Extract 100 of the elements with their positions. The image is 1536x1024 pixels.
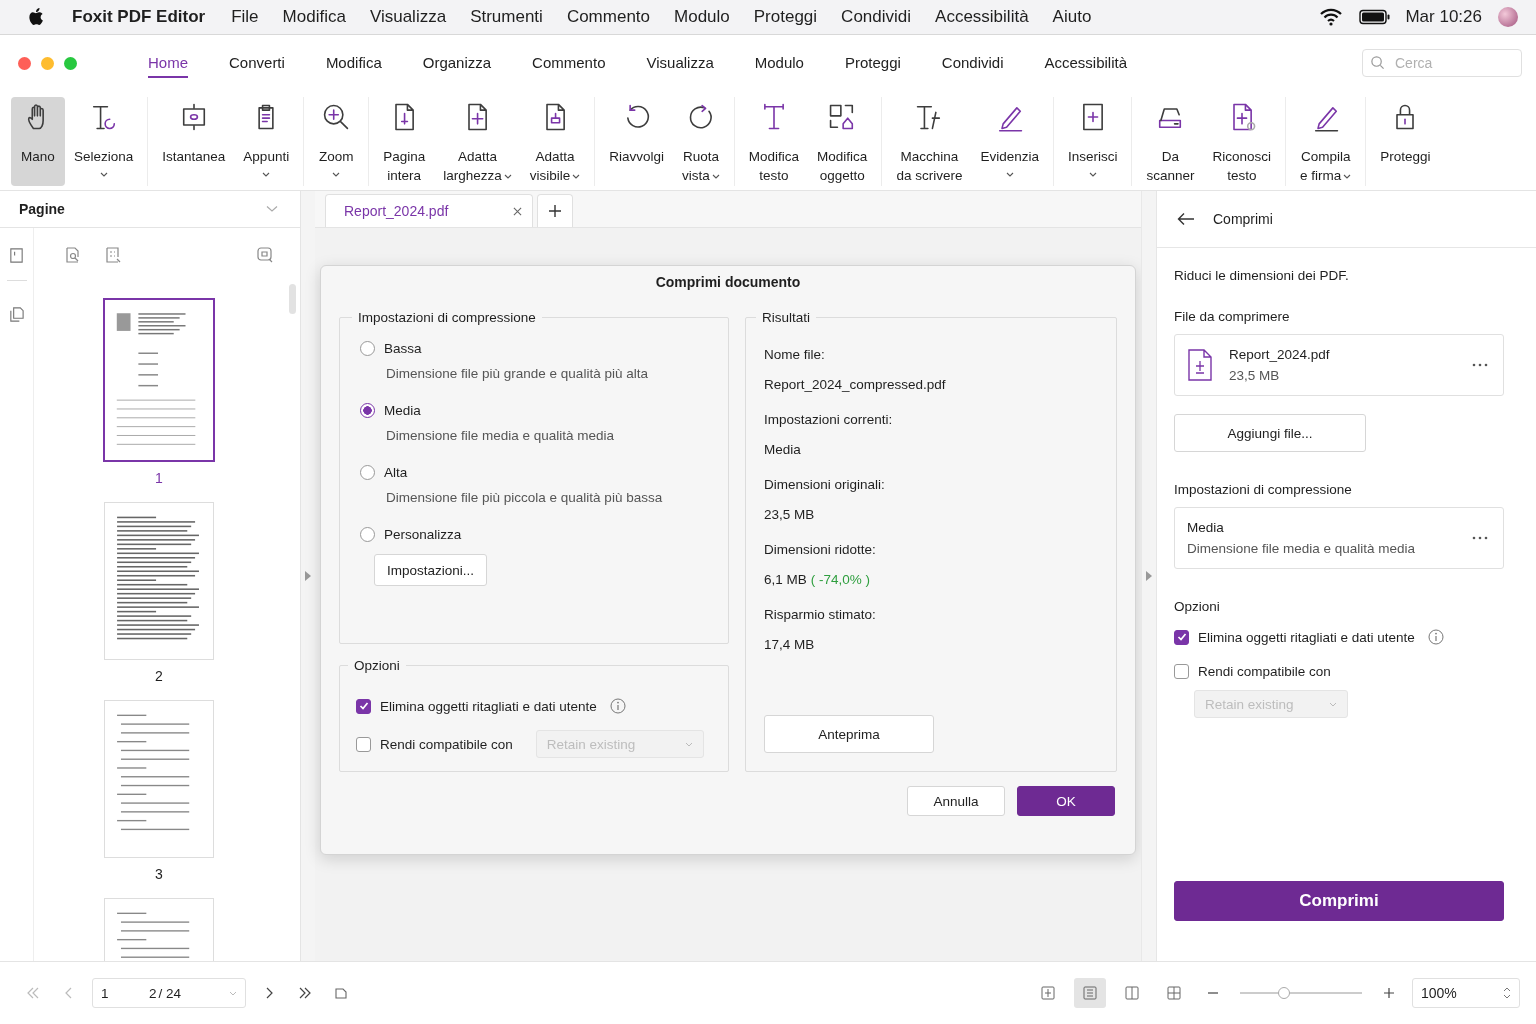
caret-icon[interactable] [1005, 172, 1014, 177]
battery-icon[interactable] [1359, 9, 1392, 25]
checkbox[interactable] [1174, 629, 1189, 645]
ribbon-tool-button[interactable]: Adatta larghezza [434, 97, 521, 186]
ribbon-tab[interactable]: Accessibilità [1044, 48, 1128, 78]
menu-item[interactable]: Visualizza [369, 7, 447, 27]
settings-button[interactable]: Impostazioni... [374, 554, 488, 586]
more-icon[interactable] [1471, 363, 1489, 367]
file-card[interactable]: Report_2024.pdf 23,5 MB [1174, 334, 1504, 396]
ribbon-tool-button[interactable]: Mano [11, 97, 65, 186]
preview-button[interactable]: Anteprima [764, 715, 934, 753]
ribbon-tool-button[interactable]: Modifica oggetto [808, 97, 877, 186]
search-field[interactable]: Cerca [1362, 49, 1522, 77]
radio-button[interactable] [360, 403, 375, 418]
radio-button[interactable] [360, 527, 375, 542]
page-field[interactable]: 1 2/ 24 [92, 978, 246, 1008]
page-input[interactable]: 1 [101, 985, 149, 1001]
info-icon[interactable] [609, 698, 626, 714]
ribbon-tool-button[interactable]: Evidenzia [971, 97, 1048, 186]
ribbon-tool-button[interactable]: Macchina da scrivere [887, 97, 972, 186]
ribbon-tool-button[interactable]: Da scanner [1137, 97, 1204, 186]
bookmark-icon[interactable] [8, 247, 25, 264]
ribbon-tool-button[interactable]: Compila e firma [1291, 97, 1361, 186]
checkbox[interactable] [356, 736, 371, 752]
menu-item[interactable]: Proteggi [753, 7, 818, 27]
menu-item[interactable]: File [231, 7, 259, 27]
expand-arrow-icon[interactable] [1146, 571, 1152, 581]
info-icon[interactable] [1427, 629, 1444, 645]
ribbon-tool-button[interactable]: Riconosci testo [1203, 97, 1281, 186]
ribbon-tool-button[interactable]: Seleziona [65, 97, 143, 186]
result-label: Nome file: [764, 347, 826, 362]
pages-icon[interactable] [8, 306, 25, 323]
ok-button[interactable]: OK [1017, 786, 1115, 816]
result-value: 23,5 MB [764, 507, 815, 522]
wifi-icon[interactable] [1319, 8, 1344, 26]
ribbon-tab[interactable]: Home [148, 48, 188, 78]
ribbon-tool-button[interactable]: Pagina intera [374, 97, 435, 186]
view-mode-button[interactable] [1074, 978, 1106, 1008]
ribbon-tab[interactable]: Converti [229, 48, 285, 78]
close-icon[interactable] [513, 206, 522, 216]
menu-item[interactable]: Condividi [841, 7, 912, 27]
menu-item[interactable]: Aiuto [1052, 7, 1092, 27]
chevron-down-icon[interactable] [266, 205, 278, 213]
apple-icon[interactable] [28, 7, 46, 27]
menu-item[interactable]: Modulo [674, 7, 730, 27]
more-icon[interactable] [1471, 536, 1489, 540]
caret-icon[interactable] [262, 172, 271, 177]
ribbon-tab[interactable]: Modulo [754, 48, 804, 78]
close-window-button[interactable] [18, 56, 31, 70]
ribbon-tool-button[interactable]: Modifica testo [739, 97, 809, 186]
document-tab[interactable]: Report_2024.pdf [325, 194, 533, 227]
back-arrow-icon[interactable] [1177, 212, 1195, 226]
caret-icon[interactable] [1088, 172, 1097, 177]
slider-thumb[interactable] [1277, 987, 1290, 999]
zoom-window-button[interactable] [64, 56, 77, 70]
ribbon-tab[interactable]: Proteggi [844, 48, 901, 78]
ribbon-tab[interactable]: Commento [532, 48, 606, 78]
zoom-page-icon[interactable] [256, 246, 274, 264]
checkbox[interactable] [356, 698, 371, 714]
caret-icon[interactable] [711, 173, 720, 179]
ribbon-tool-button[interactable]: Adatta visibile [520, 97, 590, 186]
clock[interactable]: Mar 10:26 [1405, 7, 1482, 27]
caret-icon[interactable] [99, 172, 108, 177]
layout-icon [1040, 985, 1056, 1001]
zoom-field[interactable]: 100% [1412, 978, 1520, 1008]
ribbon-tab[interactable]: Organizza [422, 48, 492, 78]
radio-button[interactable] [360, 465, 375, 480]
caret-icon[interactable] [572, 173, 581, 179]
ribbon-tool-button[interactable]: Istantanea [153, 97, 235, 186]
app-name[interactable]: Foxit PDF Editor [72, 7, 206, 27]
minimize-window-button[interactable] [41, 56, 54, 70]
ribbon-tab[interactable]: Visualizza [646, 48, 714, 78]
menu-item[interactable]: Strumenti [470, 7, 543, 27]
compress-button[interactable]: Comprimi [1174, 881, 1504, 921]
compression-setting-card[interactable]: Media Dimensione file media e qualità media [1174, 507, 1504, 569]
scrollbar[interactable] [289, 284, 296, 314]
user-avatar[interactable] [1498, 7, 1518, 27]
expand-arrow-icon[interactable] [305, 571, 311, 581]
ribbon-tab[interactable]: Modifica [325, 48, 382, 78]
cancel-button[interactable]: Annulla [907, 786, 1005, 816]
ribbon-tool-button[interactable]: Inserisci [1058, 97, 1127, 186]
caret-icon[interactable] [332, 172, 341, 177]
page-grid-icon[interactable] [104, 246, 122, 264]
ribbon-tool-button[interactable]: Appunti [234, 97, 299, 186]
ribbon-tool-button[interactable]: Riavvolgi [600, 97, 674, 186]
menu-item[interactable]: Accessibilità [935, 7, 1029, 27]
ribbon-tool-button[interactable]: Proteggi [1371, 97, 1440, 186]
ribbon-tool-button[interactable]: Ruota vista [673, 97, 729, 186]
page-thumbnail[interactable] [103, 298, 215, 462]
radio-button[interactable] [360, 341, 375, 356]
ribbon-tool-button[interactable]: Zoom [309, 97, 364, 186]
new-tab-button[interactable] [537, 194, 573, 227]
page-search-icon[interactable] [64, 246, 82, 264]
menu-item[interactable]: Modifica [282, 7, 346, 27]
add-file-button[interactable]: Aggiungi file... [1174, 414, 1366, 452]
menu-item[interactable]: Commento [566, 7, 650, 27]
caret-icon[interactable] [503, 173, 512, 179]
checkbox[interactable] [1174, 663, 1189, 679]
caret-icon[interactable] [1343, 173, 1352, 179]
ribbon-tab[interactable]: Condividi [941, 48, 1004, 78]
